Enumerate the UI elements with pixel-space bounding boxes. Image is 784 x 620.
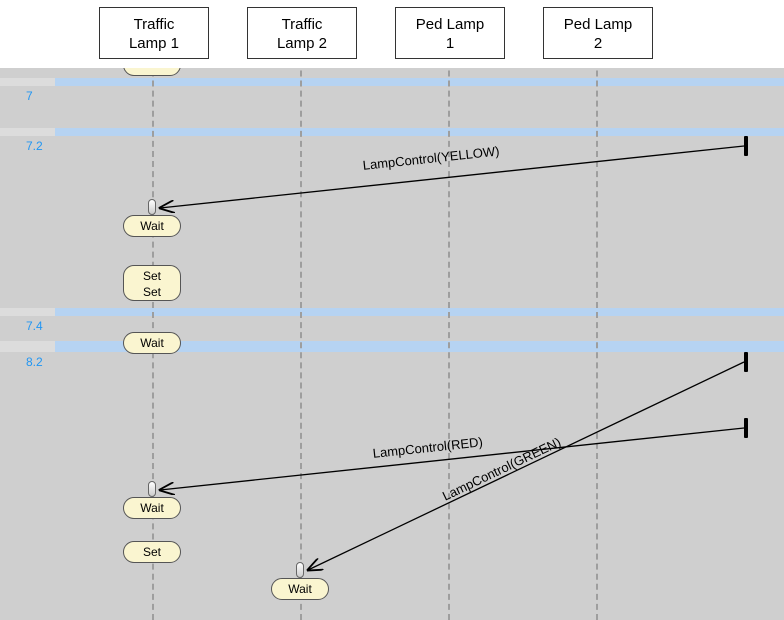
time-band xyxy=(0,68,784,78)
time-band xyxy=(0,86,784,128)
state-wait: Wait xyxy=(123,215,181,237)
state-label-line: Wait xyxy=(124,498,180,518)
activation-pin xyxy=(148,481,156,497)
participant-label-line: Lamp 1 xyxy=(100,35,208,54)
activation-pin xyxy=(296,562,304,578)
sequence-diagram: TrafficLamp 1TrafficLamp 2Ped Lamp1Ped L… xyxy=(0,0,784,620)
participant-label-line: Ped Lamp xyxy=(396,16,504,35)
state-set: Set xyxy=(123,541,181,563)
state-set: SetSet xyxy=(123,265,181,301)
time-band xyxy=(0,352,784,620)
lifeline-traffic-lamp-2 xyxy=(300,0,302,620)
external-event-tick xyxy=(744,418,748,438)
participant-ped-lamp-2: Ped Lamp2 xyxy=(543,7,653,59)
timestamp: 7.4 xyxy=(26,319,43,333)
participant-label-line: Traffic xyxy=(100,16,208,35)
participant-label-line: Ped Lamp xyxy=(544,16,652,35)
timestamp: 7.2 xyxy=(26,139,43,153)
state-label-line: Set xyxy=(124,284,180,300)
external-event-tick xyxy=(744,136,748,156)
participant-traffic-lamp-2: TrafficLamp 2 xyxy=(247,7,357,59)
participant-ped-lamp-1: Ped Lamp1 xyxy=(395,7,505,59)
participant-label-line: 2 xyxy=(544,35,652,54)
participant-label-line: Lamp 2 xyxy=(248,35,356,54)
participant-label-line: 1 xyxy=(396,35,504,54)
lifeline-traffic-lamp-1 xyxy=(152,0,154,620)
state-wait: Wait xyxy=(123,497,181,519)
lifeline-ped-lamp-2 xyxy=(596,0,598,620)
timestamp: 8.2 xyxy=(26,355,43,369)
state-label-line: Wait xyxy=(124,216,180,236)
state-label-line: Set xyxy=(124,268,180,284)
state-label-line: Set xyxy=(124,542,180,562)
timestamp: 7 xyxy=(26,89,33,103)
participant-label-line: Traffic xyxy=(248,16,356,35)
lifeline-ped-lamp-1 xyxy=(448,0,450,620)
participant-traffic-lamp-1: TrafficLamp 1 xyxy=(99,7,209,59)
activation-pin xyxy=(148,199,156,215)
state-label-line: Wait xyxy=(124,333,180,353)
external-event-tick xyxy=(744,352,748,372)
state-label-line: Wait xyxy=(272,579,328,599)
time-band xyxy=(0,316,784,341)
state-wait: Wait xyxy=(271,578,329,600)
state-wait: Wait xyxy=(123,332,181,354)
